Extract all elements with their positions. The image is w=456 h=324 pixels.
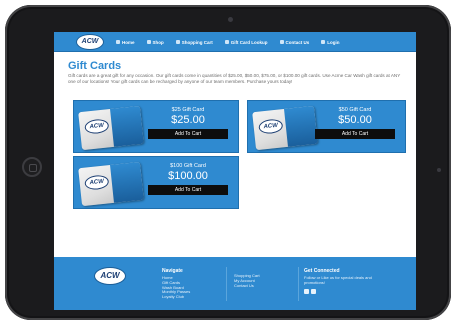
nav-item-gift-card-lookup[interactable]: Gift Card Lookup <box>224 39 268 45</box>
card-stripe <box>110 161 144 203</box>
page-title: Gift Cards <box>68 60 122 72</box>
card-stripe <box>284 105 318 147</box>
nav-item-label: Login <box>327 39 340 45</box>
footer-connect-text: Follow or Like us for special deals and … <box>304 275 372 285</box>
footer-link[interactable]: Contact Us <box>234 283 260 289</box>
navbar: ACW Home Shop Shopping Cart Gift Card Lo… <box>54 32 416 52</box>
footer-divider <box>226 267 227 301</box>
card-name: $25 Gift Card <box>171 107 205 113</box>
screen: ACW Home Shop Shopping Cart Gift Card Lo… <box>54 32 416 310</box>
card-price: $100.00 <box>168 170 208 182</box>
nav-item-shopping-cart[interactable]: Shopping Cart <box>175 39 213 45</box>
nav-item-shop[interactable]: Shop <box>146 39 164 45</box>
card-name: $100 Gift Card <box>170 163 206 169</box>
nav-item-label: Shop <box>152 39 164 45</box>
login-icon <box>321 40 326 44</box>
nav-item-label: Gift Card Lookup <box>230 39 268 45</box>
home-button-icon[interactable] <box>22 157 42 177</box>
home-icon <box>116 40 120 44</box>
sensor-icon <box>437 168 441 172</box>
shop-icon <box>146 40 151 44</box>
nav-item-label: Contact Us <box>285 39 310 45</box>
card-logo-text: ACW <box>89 178 105 187</box>
nav-item-home[interactable]: Home <box>116 40 135 45</box>
footer-link[interactable]: Loyalty Club <box>162 294 190 300</box>
twitter-icon[interactable] <box>304 288 309 294</box>
card-price: $25.00 <box>171 114 205 126</box>
card-logo-text: ACW <box>89 122 105 131</box>
footer-connect: Get Connected Follow or Like us for spec… <box>304 268 374 294</box>
stage: ACW Home Shop Shopping Cart Gift Card Lo… <box>0 0 456 324</box>
contact-icon <box>279 40 284 44</box>
card-logo: ACW <box>84 118 110 135</box>
nav-item-contact-us[interactable]: Contact Us <box>279 39 310 45</box>
nav-item-label: Shopping Cart <box>181 39 213 45</box>
footer-links-2: Shopping Cart My Account Contact Us <box>234 273 260 289</box>
gift-card-image: ACW <box>78 105 144 151</box>
gift-card-image: ACW <box>78 161 144 207</box>
facebook-icon[interactable] <box>311 288 316 294</box>
footer-divider <box>298 267 299 301</box>
footer-heading: Navigate <box>162 268 183 274</box>
footer-heading: Get Connected <box>304 268 340 274</box>
intro-text: Gift cards are a great gift for any occa… <box>68 73 401 84</box>
card-info: $100 Gift Card $100.00 Add To Cart <box>148 163 228 195</box>
footer-logo[interactable]: ACW <box>94 267 126 285</box>
add-to-cart-button[interactable]: Add To Cart <box>148 185 228 195</box>
nav-item-login[interactable]: Login <box>321 39 340 45</box>
card-logo-text: ACW <box>263 122 279 131</box>
card-info: $50 Gift Card $50.00 Add To Cart <box>315 107 395 139</box>
footer: ACW Navigate Home Gift Cards Wash Board … <box>54 257 416 310</box>
card-stripe <box>110 105 144 147</box>
card-info: $25 Gift Card $25.00 Add To Cart <box>148 107 228 139</box>
card-logo: ACW <box>84 174 110 191</box>
footer-logo-text: ACW <box>100 271 120 280</box>
social-icons <box>304 288 374 294</box>
card-price: $50.00 <box>338 114 372 126</box>
gift-card-icon <box>224 40 229 44</box>
nav-logo-text: ACW <box>81 38 99 45</box>
nav-logo[interactable]: ACW <box>76 34 104 50</box>
card-logo: ACW <box>258 118 284 135</box>
front-camera-icon <box>228 17 233 22</box>
tablet-frame: ACW Home Shop Shopping Cart Gift Card Lo… <box>5 5 451 320</box>
card-name: $50 Gift Card <box>338 107 372 113</box>
gift-card-tile: ACW $100 Gift Card $100.00 Add To Cart <box>73 156 239 209</box>
footer-navigate: Navigate Home Gift Cards Wash Board Mont… <box>162 268 190 300</box>
cart-icon <box>175 40 180 44</box>
gift-card-image: ACW <box>252 105 318 151</box>
nav-item-label: Home <box>122 39 135 45</box>
nav-menu: Home Shop Shopping Cart Gift Card Lookup… <box>116 32 340 52</box>
add-to-cart-button[interactable]: Add To Cart <box>315 129 395 139</box>
gift-card-tile: ACW $25 Gift Card $25.00 Add To Cart <box>73 100 239 153</box>
gift-card-tile: ACW $50 Gift Card $50.00 Add To Cart <box>247 100 406 153</box>
add-to-cart-button[interactable]: Add To Cart <box>148 129 228 139</box>
